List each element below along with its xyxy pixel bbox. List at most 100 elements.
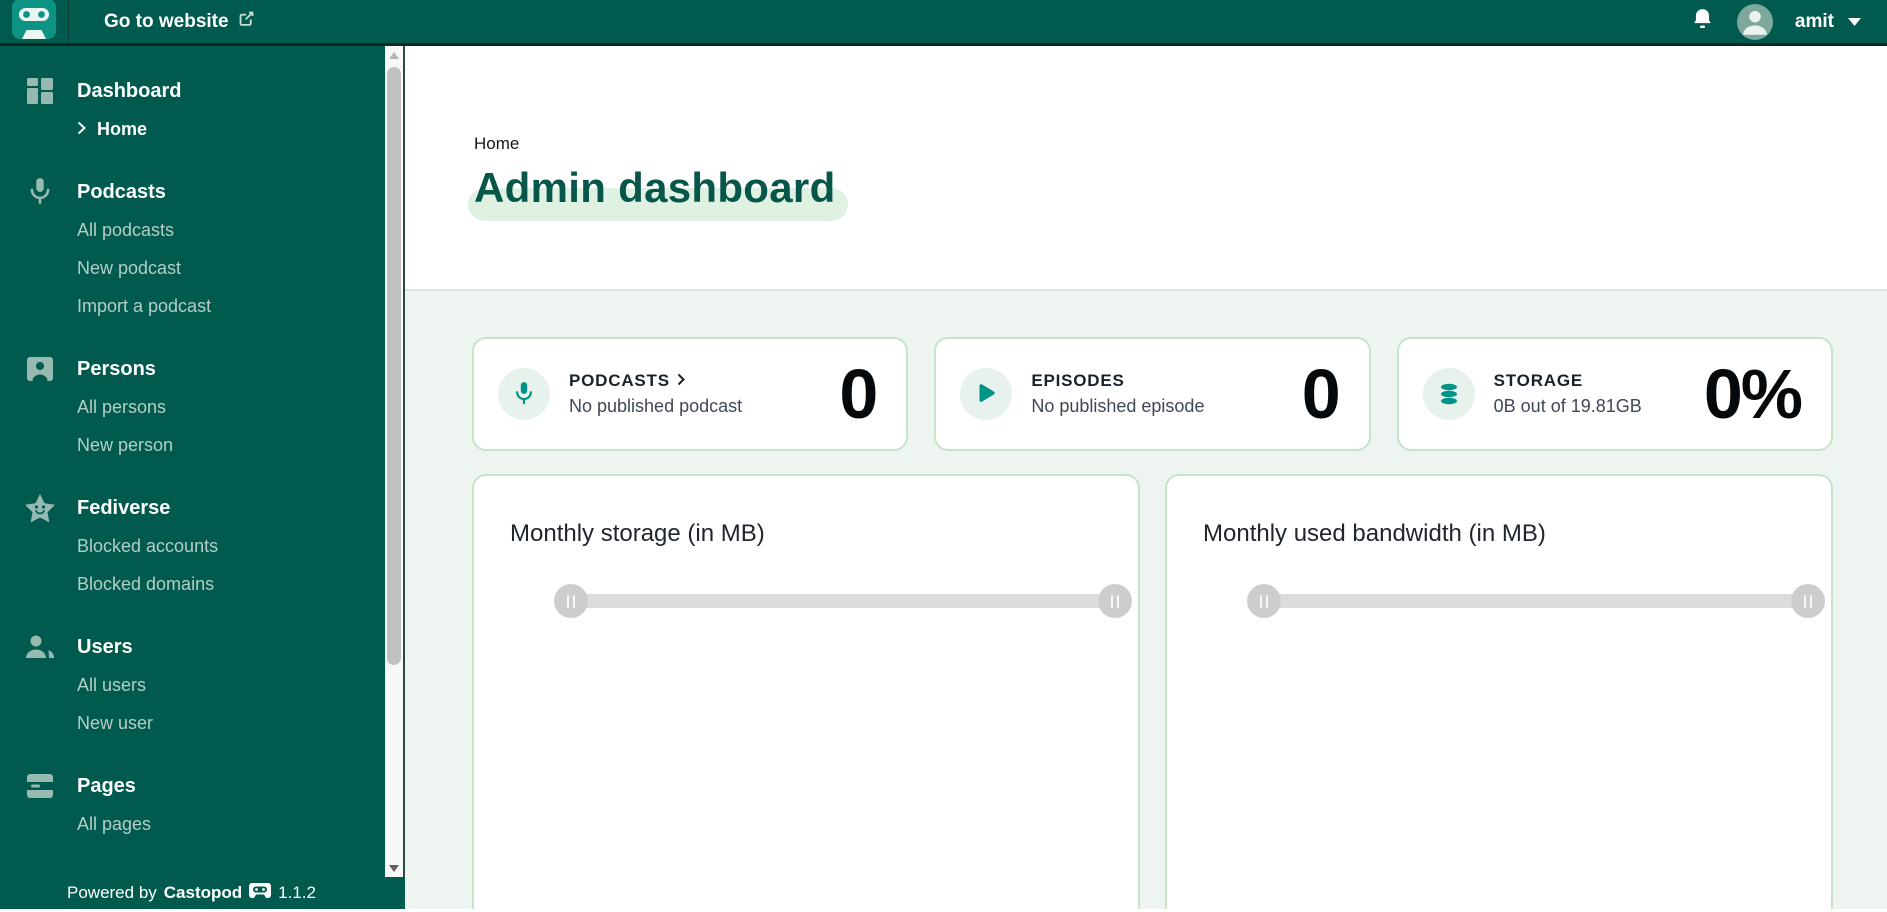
avatar-person-icon [1740,7,1770,40]
sidebar-footer: Powered by Castopod 1.1.2 [0,877,383,909]
stat-card-podcasts: PODCASTS No published podcast 0 [472,337,909,451]
chart-title: Monthly used bandwidth (in MB) [1203,520,1546,547]
sidebar-item-blocked-domains[interactable]: Blocked domains [77,565,405,603]
sidebar-item-label: All persons [77,396,167,417]
person-folder-icon [25,356,55,382]
storage-label-row: STORAGE [1494,371,1642,391]
stat-value: 0 [1301,355,1341,433]
sidebar-heading-label: Podcasts [77,180,166,203]
stat-value: 0% [1703,355,1803,433]
cassette-icon [12,0,56,44]
username-label: amit [1794,10,1834,32]
slider-handle-left[interactable] [554,584,588,618]
sidebar-item-label: Import a podcast [77,295,212,316]
chart-range-slider [1247,584,1825,618]
sidebar-item-label: New user [77,712,154,733]
sidebar-item-label: New podcast [77,257,182,278]
scroll-down-button[interactable] [385,859,403,877]
breadcrumb[interactable]: Home [474,134,519,154]
user-avatar[interactable] [1736,3,1773,40]
sidebar-item-label: Blocked accounts [77,535,219,556]
go-to-website-link[interactable]: Go to website [104,10,255,33]
sidebar: Dashboard Home Podcasts All podcasts New… [0,46,405,909]
castopod-link[interactable]: Castopod [164,883,242,903]
stats-row: PODCASTS No published podcast 0 EPISODES… [472,337,1833,451]
notification-bell-icon[interactable] [1690,6,1715,37]
database-icon [1422,368,1475,420]
chevron-right-icon [77,119,86,140]
sidebar-section-fediverse: Fediverse Blocked accounts Blocked domai… [25,489,405,603]
sidebar-item-new-user[interactable]: New user [77,704,405,742]
chart-card-monthly-bandwidth: Monthly used bandwidth (in MB) [1165,474,1833,909]
slider-handle-right[interactable] [1791,584,1825,618]
slider-track[interactable] [1264,594,1808,608]
chevron-down-icon [1848,13,1861,31]
users-icon [25,634,55,661]
sidebar-item-import-a-podcast[interactable]: Import a podcast [77,287,405,325]
dashboard-content: PODCASTS No published podcast 0 EPISODES… [405,289,1887,909]
charts-row: Monthly storage (in MB) Monthly used ban… [472,474,1833,909]
sidebar-item-all-pages[interactable]: All pages [77,805,405,843]
sidebar-nav: Dashboard Home Podcasts All podcasts New… [0,46,405,843]
stat-label: PODCASTS [569,371,670,390]
microphone-icon [498,368,550,420]
sidebar-item-all-persons[interactable]: All persons [77,388,405,426]
scroll-up-button[interactable] [385,46,403,64]
podcasts-link[interactable]: PODCASTS [569,371,742,391]
stat-label: STORAGE [1493,371,1584,390]
app-topbar: Go to website amit [0,0,1887,46]
main-content: Home Admin dashboard PODCASTS No publish… [405,46,1887,909]
stat-label: EPISODES [1031,371,1125,390]
sidebar-section-users: Users All users New user [25,628,405,742]
sidebar-heading-dashboard[interactable]: Dashboard [25,72,405,110]
stat-subtitle: 0B out of 19.81GB [1493,396,1642,416]
sidebar-section-persons: Persons All persons New person [25,350,405,464]
sidebar-item-label: All podcasts [77,219,175,240]
sidebar-section-dashboard: Dashboard Home [25,72,405,148]
microphone-icon [25,177,55,207]
sidebar-heading-fediverse[interactable]: Fediverse [25,489,405,527]
version-label: 1.1.2 [278,883,316,902]
sidebar-item-label: All users [77,674,147,695]
sidebar-heading-label: Persons [77,357,156,380]
sidebar-heading-label: Fediverse [77,496,171,519]
sidebar-item-label: Blocked domains [77,573,215,594]
sidebar-heading-persons[interactable]: Persons [25,350,405,388]
cassette-icon-small [249,883,272,903]
scrollbar-thumb[interactable] [387,67,401,665]
fediverse-star-icon [25,493,55,523]
sidebar-item-label: Home [97,118,148,139]
sidebar-item-all-podcasts[interactable]: All podcasts [77,211,405,249]
slider-track[interactable] [571,594,1115,608]
sidebar-heading-pages[interactable]: Pages [25,767,405,805]
sidebar-scrollbar[interactable] [385,46,405,877]
sidebar-item-label: New person [77,434,174,455]
topbar-right-controls: amit [1690,3,1887,40]
page-title-text: Admin dashboard [474,164,836,211]
chart-range-slider [554,584,1132,618]
user-menu[interactable]: amit [1795,11,1861,33]
external-link-icon [238,10,255,33]
stat-subtitle: No published episode [1031,396,1205,416]
sidebar-heading-label: Pages [77,774,136,797]
episodes-label-row: EPISODES [1031,371,1204,391]
stat-card-episodes: EPISODES No published episode 0 [934,337,1371,451]
sidebar-item-new-person[interactable]: New person [77,426,405,464]
go-to-website-label: Go to website [104,10,229,32]
sidebar-item-blocked-accounts[interactable]: Blocked accounts [77,527,405,565]
stat-card-storage: STORAGE 0B out of 19.81GB 0% [1396,337,1833,451]
sidebar-item-new-podcast[interactable]: New podcast [77,249,405,287]
sidebar-heading-label: Users [77,635,133,658]
sidebar-item-all-users[interactable]: All users [77,666,405,704]
sidebar-item-label: All pages [77,813,152,834]
sidebar-heading-podcasts[interactable]: Podcasts [25,173,405,211]
play-icon [960,368,1013,420]
sidebar-heading-users[interactable]: Users [25,628,405,666]
slider-handle-left[interactable] [1247,584,1281,618]
slider-handle-right[interactable] [1098,584,1132,618]
sidebar-section-podcasts: Podcasts All podcasts New podcast Import… [25,173,405,325]
page-title: Admin dashboard [468,164,848,221]
chart-title: Monthly storage (in MB) [510,520,765,547]
castopod-logo[interactable] [0,0,69,45]
sidebar-item-home[interactable]: Home [77,110,405,148]
